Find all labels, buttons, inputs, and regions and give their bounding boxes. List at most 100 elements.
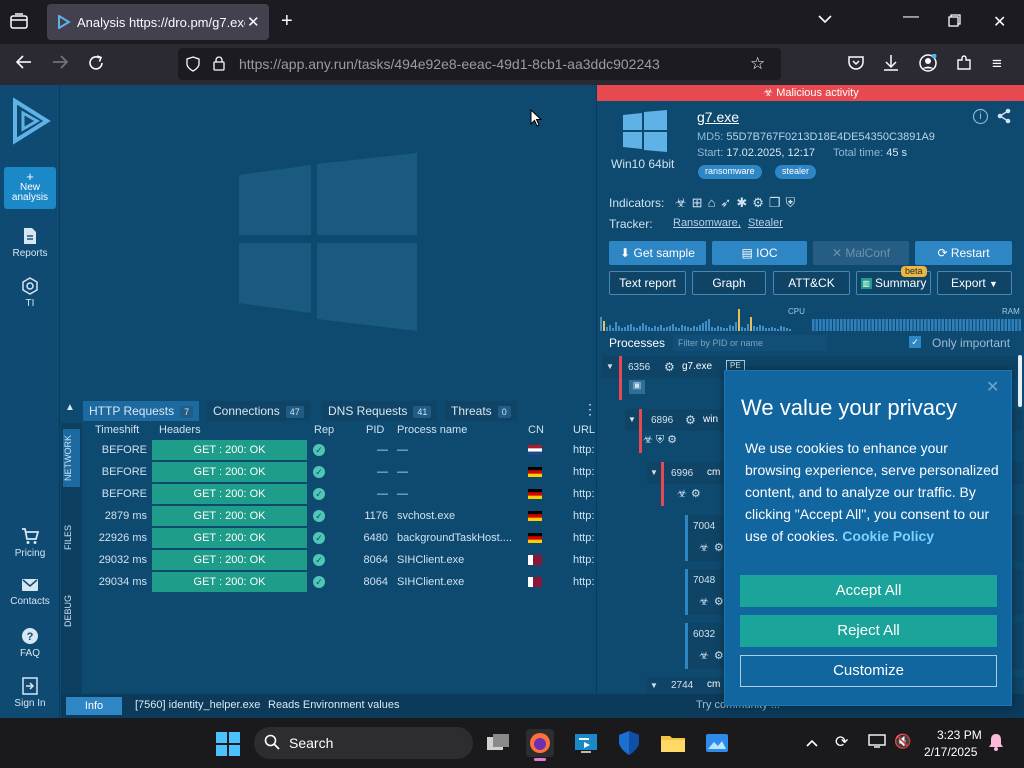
expand-arrow-icon[interactable]: ▼ [628, 415, 636, 424]
reject-all-button[interactable]: Reject All [740, 615, 997, 647]
minimize-icon[interactable]: — [903, 8, 919, 26]
accept-all-button[interactable]: Accept All [740, 575, 997, 607]
table-row[interactable]: 29034 ms GET : 200: OK ✓ 8064 SIHClient.exe h… [82, 571, 594, 593]
notification-bell-icon[interactable] [988, 733, 1004, 756]
new-analysis-button[interactable]: + New analysis [4, 167, 56, 209]
vtab-files[interactable]: FILES [63, 511, 80, 563]
text-report-button[interactable]: Text report [609, 271, 686, 295]
close-tab-icon[interactable]: ✕ [247, 13, 260, 31]
table-row[interactable]: BEFORE GET : 200: OK ✓ — — http: [82, 461, 594, 483]
photos-icon[interactable] [703, 729, 731, 757]
file-explorer-icon[interactable] [659, 729, 687, 757]
close-window-icon[interactable]: ✕ [993, 12, 1006, 32]
col-url[interactable]: URL [573, 424, 595, 436]
get-sample-button[interactable]: ⬇ Get sample [609, 241, 706, 265]
firefox-icon[interactable] [526, 729, 554, 761]
volume-muted-icon[interactable]: 🔇 [894, 733, 911, 750]
tab-list-icon[interactable] [10, 13, 28, 34]
new-tab-icon[interactable]: + [281, 10, 293, 33]
restart-button[interactable]: ⟳ Restart [915, 241, 1012, 265]
back-icon[interactable] [15, 54, 33, 75]
bookmark-star-icon[interactable]: ☆ [750, 54, 765, 74]
row-headers-badge[interactable]: GET : 200: OK [152, 550, 307, 570]
row-url[interactable]: http: [573, 488, 594, 500]
vtab-debug[interactable]: DEBUG [63, 583, 80, 639]
ioc-button[interactable]: ▤ IOC [712, 241, 807, 265]
tab-dns-requests[interactable]: DNS Requests 41 [322, 401, 438, 421]
nav-pricing[interactable]: Pricing [0, 527, 60, 559]
vtab-network[interactable]: NETWORK [63, 429, 80, 487]
share-icon[interactable] [996, 108, 1012, 129]
process-filter-input[interactable]: Filter by PID or name [673, 335, 827, 351]
start-windows-icon[interactable] [216, 732, 240, 761]
vm-desktop-view[interactable] [61, 85, 596, 398]
expand-arrow-icon[interactable]: ▼ [650, 681, 658, 690]
table-row[interactable]: 2879 ms GET : 200: OK ✓ 1176 svchost.exe http… [82, 505, 594, 527]
tab-http-requests[interactable]: HTTP Requests 7 [83, 401, 200, 421]
hat-indicator-icon[interactable]: ⌂ [708, 195, 721, 210]
network-indicator-icon[interactable]: ⊞ [692, 195, 708, 210]
row-url[interactable]: http: [573, 444, 594, 456]
rocket-indicator-icon[interactable]: ➶ [720, 195, 736, 210]
chevron-down-icon[interactable] [817, 12, 833, 30]
table-row[interactable]: BEFORE GET : 200: OK ✓ — — http: [82, 439, 594, 461]
tracker-ransomware-link[interactable]: Ransomware, [673, 217, 741, 229]
shield-indicator-icon[interactable]: ⛨ [786, 195, 801, 210]
row-url[interactable]: http: [573, 532, 594, 544]
clock-time[interactable]: 3:23 PM [937, 728, 982, 742]
account-icon[interactable] [919, 53, 937, 77]
attck-button[interactable]: ATT&CK [773, 271, 850, 295]
file-name[interactable]: g7.exe [697, 109, 739, 125]
gear-indicator-icon[interactable]: ⚙ [752, 195, 769, 210]
info-badge[interactable]: Info [66, 697, 122, 715]
clock-date[interactable]: 2/17/2025 [924, 745, 977, 759]
address-bar[interactable]: https://app.any.run/tasks/494e92e8-eeac-… [178, 48, 781, 80]
nav-faq[interactable]: ? FAQ [0, 627, 60, 659]
row-headers-badge[interactable]: GET : 200: OK [152, 462, 307, 482]
chevron-up-icon[interactable] [805, 735, 819, 753]
hamburger-menu-icon[interactable]: ≡ [992, 54, 1002, 74]
task-view-icon[interactable] [484, 729, 512, 757]
tab-threats[interactable]: Threats 0 [445, 401, 517, 421]
cookie-policy-link[interactable]: Cookie Policy [842, 528, 934, 544]
row-url[interactable]: http: [573, 466, 594, 478]
tag-stealer[interactable]: stealer [775, 165, 817, 179]
taskbar-search-box[interactable]: Search [254, 727, 473, 759]
collapse-panel-icon[interactable]: ▲ [65, 402, 75, 413]
col-pid[interactable]: PID [366, 424, 384, 436]
col-timeshift[interactable]: Timeshift [95, 424, 139, 436]
row-headers-badge[interactable]: GET : 200: OK [152, 528, 307, 548]
shield-icon[interactable] [186, 56, 200, 77]
more-options-icon[interactable]: ⋮ [583, 401, 597, 418]
tracker-stealer-link[interactable]: Stealer [748, 217, 783, 229]
col-process-name[interactable]: Process name [397, 424, 467, 436]
nav-ti[interactable]: TI [0, 277, 60, 309]
sync-tray-icon[interactable]: ⟳ [835, 732, 848, 752]
row-headers-badge[interactable]: GET : 200: OK [152, 572, 307, 592]
row-headers-badge[interactable]: GET : 200: OK [152, 506, 307, 526]
expand-arrow-icon[interactable]: ▼ [606, 362, 614, 371]
col-rep[interactable]: Rep [314, 424, 334, 436]
row-headers-badge[interactable]: GET : 200: OK [152, 484, 307, 504]
bug-indicator-icon[interactable]: ✱ [736, 195, 752, 210]
col-headers[interactable]: Headers [159, 424, 201, 436]
row-headers-badge[interactable]: GET : 200: OK [152, 440, 307, 460]
graph-button[interactable]: Graph [692, 271, 766, 295]
table-row[interactable]: 29032 ms GET : 200: OK ✓ 8064 SIHClient.exe h… [82, 549, 594, 571]
download-icon[interactable] [883, 54, 899, 77]
close-dialog-icon[interactable]: ✕ [986, 377, 999, 397]
nav-reports[interactable]: Reports [0, 227, 60, 259]
rdp-app-icon[interactable] [572, 729, 600, 757]
tag-ransomware[interactable]: ransomware [698, 165, 762, 179]
info-icon[interactable]: i [973, 109, 988, 124]
extensions-icon[interactable] [956, 55, 972, 76]
url-text[interactable]: https://app.any.run/tasks/494e92e8-eeac-… [239, 56, 660, 72]
reload-icon[interactable] [87, 54, 105, 77]
defender-shield-icon[interactable] [615, 729, 643, 757]
row-url[interactable]: http: [573, 576, 594, 588]
browser-tab[interactable]: Analysis https://dro.pm/g7.exe ✕ [47, 4, 269, 40]
expand-arrow-icon[interactable]: ▼ [650, 468, 658, 477]
tab-connections[interactable]: Connections 47 [207, 401, 310, 421]
col-cn[interactable]: CN [528, 424, 544, 436]
files-indicator-icon[interactable]: ❐ [769, 195, 786, 210]
